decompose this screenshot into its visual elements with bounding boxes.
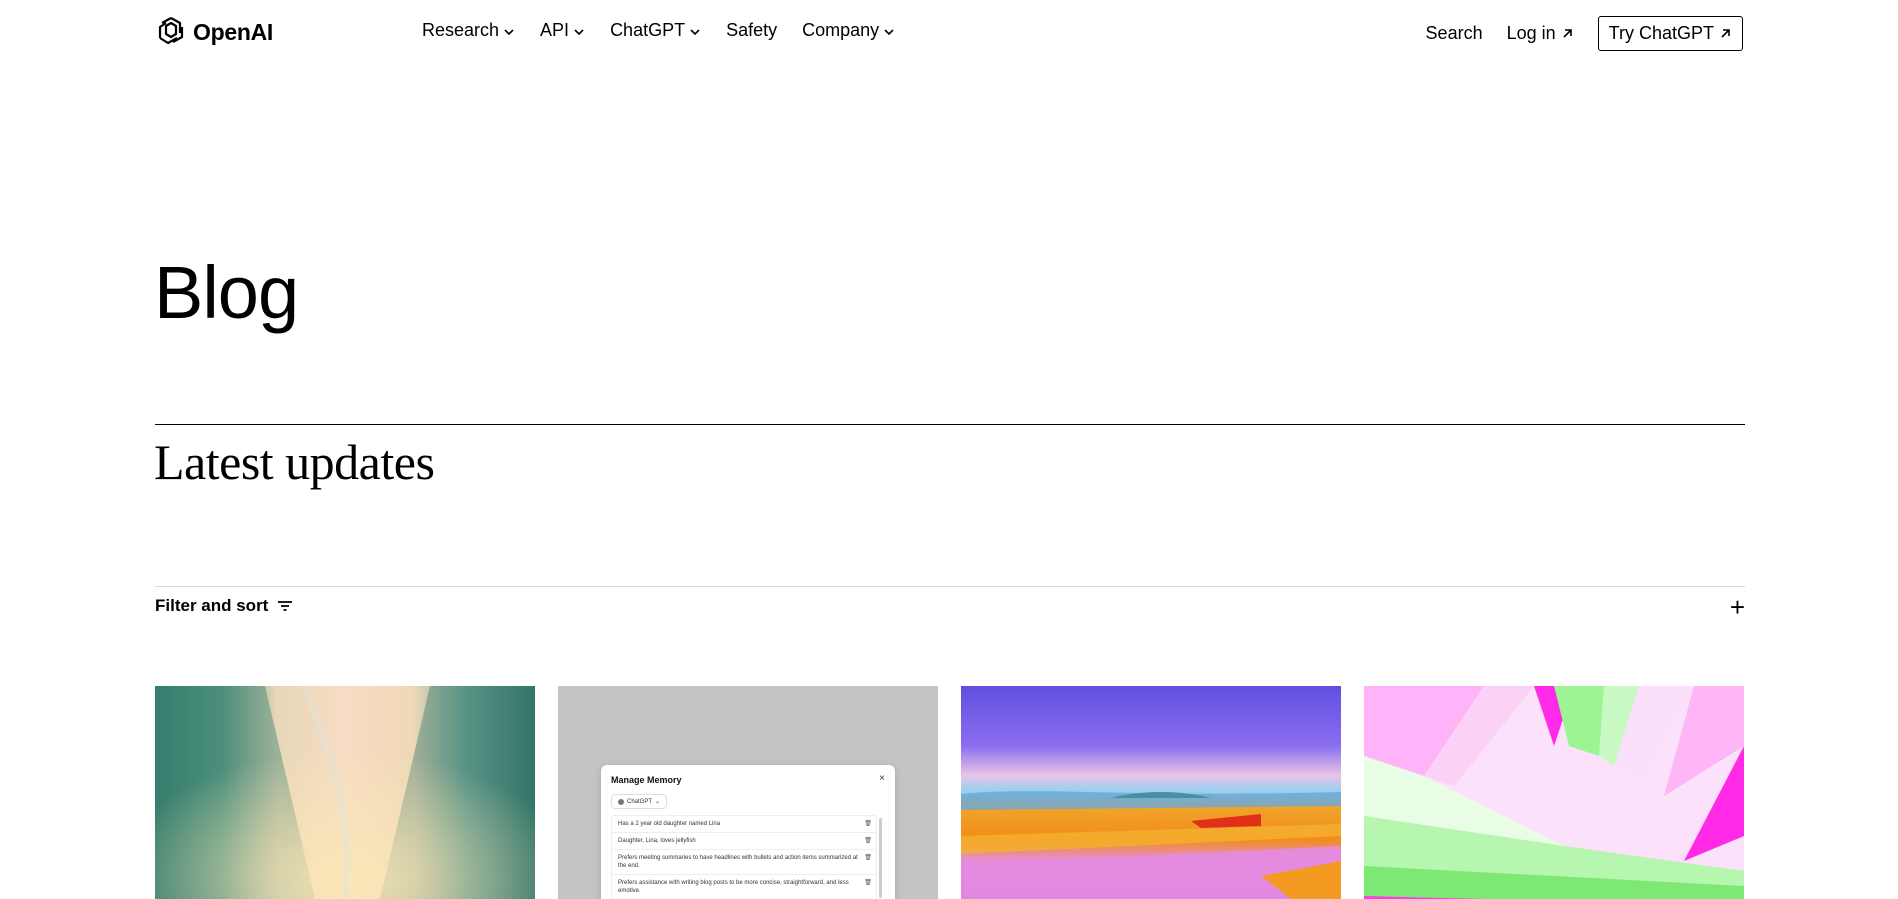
memory-item-text: Prefers meeting summaries to have headli…: [618, 855, 858, 869]
memory-item-text: Prefers assistance with writing blog pos…: [618, 880, 849, 894]
close-icon: ×: [879, 773, 885, 784]
chevron-down-icon: [689, 23, 701, 38]
blog-card[interactable]: [961, 686, 1341, 899]
filter-label: Filter and sort: [155, 596, 269, 615]
search-link[interactable]: Search: [1426, 23, 1483, 44]
memory-title: Manage Memory: [611, 775, 682, 785]
filter-and-sort-button[interactable]: Filter and sort: [155, 596, 294, 616]
try-chatgpt-button[interactable]: Try ChatGPT: [1597, 16, 1743, 51]
blog-card-image: [155, 686, 535, 899]
memory-item: Has a 2 year old daughter named Lina 🗑: [612, 816, 876, 833]
filter-divider: [155, 586, 1745, 587]
nav-item-label: Safety: [726, 20, 778, 40]
memory-list: Has a 2 year old daughter named Lina 🗑 D…: [611, 815, 882, 899]
blog-card-grid: Manage Memory × ChatGPT ⌄ Has a 2 year o…: [155, 686, 1745, 899]
chevron-down-icon: ⌄: [655, 799, 661, 805]
trash-icon: 🗑: [864, 838, 872, 844]
chatgpt-avatar-icon: [618, 798, 624, 805]
chevron-down-icon: [883, 23, 895, 38]
nav-item-research[interactable]: Research: [422, 20, 515, 41]
memory-item: Prefers meeting summaries to have headli…: [612, 850, 876, 875]
memory-item: Daughter, Lina, loves jellyfish 🗑: [612, 833, 876, 850]
page-title: Blog: [154, 251, 299, 334]
nav-item-label: ChatGPT: [610, 20, 686, 40]
memory-item-text: Daughter, Lina, loves jellyfish: [618, 838, 696, 844]
blog-card-image: [1364, 686, 1744, 899]
main-menu: Research API ChatGPT Safety Company: [422, 20, 895, 41]
nav-item-label: API: [540, 20, 570, 40]
brand-name: OpenAI: [193, 19, 273, 45]
memory-chip: ChatGPT ⌄: [611, 794, 668, 809]
openai-logo-link[interactable]: OpenAI: [155, 14, 273, 51]
nav-item-label: Research: [422, 20, 500, 40]
openai-logo-icon: [155, 14, 187, 51]
chevron-down-icon: [573, 23, 585, 38]
nav-item-company[interactable]: Company: [802, 20, 895, 41]
section-title: Latest updates: [154, 434, 435, 490]
section-divider: [155, 424, 1745, 425]
memory-scrollbar: [879, 818, 882, 898]
blog-card-image: [961, 686, 1341, 899]
memory-chip-label: ChatGPT: [627, 798, 653, 805]
expand-filters-button[interactable]: +: [1730, 594, 1745, 620]
login-link[interactable]: Log in: [1507, 23, 1574, 44]
blog-card[interactable]: Manage Memory × ChatGPT ⌄ Has a 2 year o…: [558, 686, 938, 899]
blog-card[interactable]: [1364, 686, 1744, 899]
memory-item-text: Has a 2 year old daughter named Lina: [618, 821, 721, 827]
trash-icon: 🗑: [864, 880, 872, 886]
nav-item-label: Company: [802, 20, 880, 40]
nav-item-api[interactable]: API: [540, 20, 585, 41]
trash-icon: 🗑: [864, 855, 872, 861]
top-navigation: OpenAI Research API ChatGPT Safety Compa…: [0, 0, 1898, 66]
arrow-up-right-icon: [1719, 27, 1732, 40]
nav-item-safety[interactable]: Safety: [726, 20, 777, 41]
filter-bar: Filter and sort +: [155, 594, 1745, 626]
login-label: Log in: [1506, 23, 1556, 43]
nav-item-chatgpt[interactable]: ChatGPT: [610, 20, 701, 41]
chevron-down-icon: [503, 23, 515, 38]
nav-actions: Search Log in Try ChatGPT: [1426, 16, 1743, 51]
trash-icon: 🗑: [864, 821, 872, 827]
memory-modal-preview: Manage Memory × ChatGPT ⌄ Has a 2 year o…: [601, 765, 895, 899]
try-chatgpt-label: Try ChatGPT: [1608, 23, 1714, 43]
arrow-up-right-icon: [1561, 27, 1574, 40]
filter-icon: [276, 597, 294, 615]
memory-item: Prefers assistance with writing blog pos…: [612, 875, 876, 899]
blog-card[interactable]: [155, 686, 535, 899]
